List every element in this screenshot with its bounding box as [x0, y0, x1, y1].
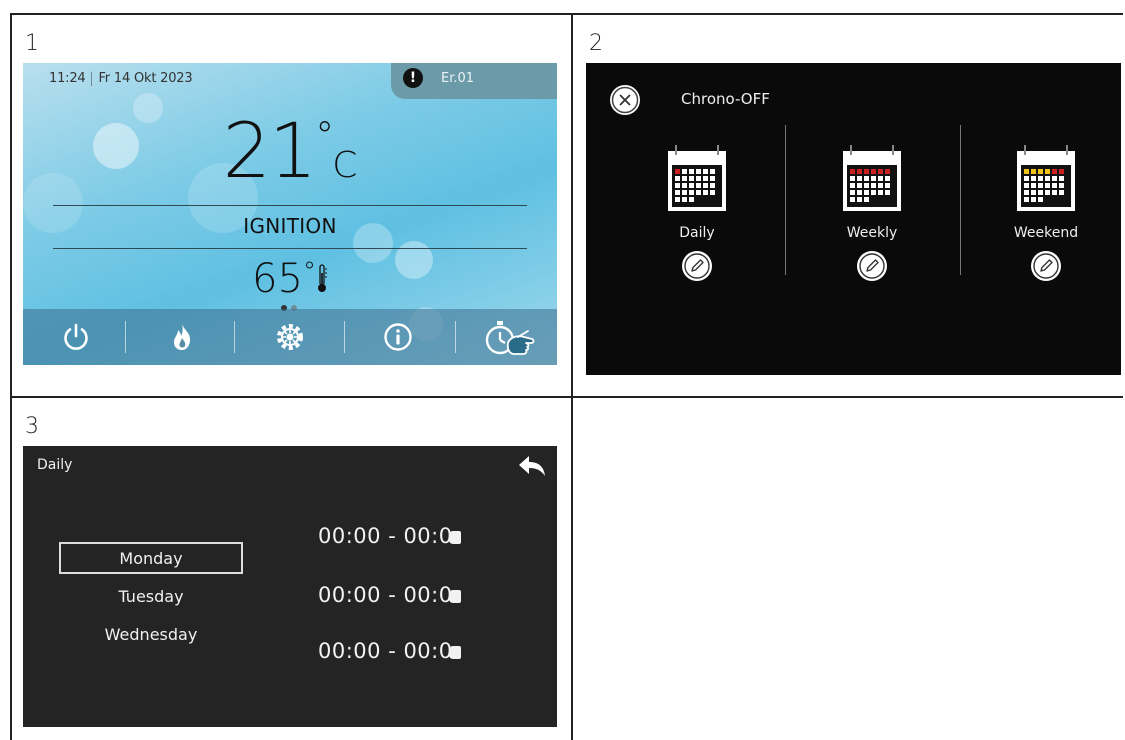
date-text: Fr 14 Okt 2023: [98, 71, 193, 86]
screen-title: Daily: [37, 457, 73, 473]
pencil-icon: [684, 253, 710, 279]
stove-state: IGNITION: [243, 214, 337, 238]
toggle-knob[interactable]: [448, 531, 461, 544]
edit-weekly-button[interactable]: [857, 251, 887, 281]
mode-weekly[interactable]: Weekly: [812, 143, 932, 281]
divider: [53, 205, 527, 206]
cell-number-2: 2: [589, 31, 603, 56]
thermometer-icon: [317, 264, 327, 292]
chrono-button[interactable]: [453, 309, 557, 365]
settings-button[interactable]: [237, 309, 343, 365]
mode-label: Weekend: [1013, 225, 1079, 241]
room-temp-value: 21: [222, 106, 318, 195]
bottom-toolbar: [23, 309, 557, 365]
degree-symbol: °: [315, 114, 334, 158]
degree-symbol: °: [302, 257, 316, 287]
time-slot[interactable]: 00:00 - 00:0: [318, 583, 461, 607]
status-line: 11:24 Fr 14 Okt 2023: [49, 71, 193, 86]
time-slot-text: 00:00 - 00:0: [318, 583, 453, 607]
error-badge[interactable]: ! Er.01: [391, 63, 557, 99]
daily-program-screen: Daily Monday Tuesday Wednesday 00:00 - 0…: [23, 446, 557, 727]
back-button[interactable]: [517, 454, 547, 482]
divider: [960, 125, 961, 275]
mode-label: Weekly: [846, 225, 898, 241]
power-icon: [64, 323, 88, 350]
power-button[interactable]: [23, 309, 129, 365]
mode-weekend[interactable]: Weekend: [986, 143, 1106, 281]
cell-number-1: 1: [25, 31, 39, 56]
error-code: Er.01: [441, 71, 475, 86]
close-button[interactable]: [610, 85, 640, 115]
mode-label: Daily: [679, 225, 715, 241]
time-slot-text: 00:00 - 00:0: [318, 639, 453, 663]
day-item-wednesday[interactable]: Wednesday: [59, 620, 243, 652]
calendar-daily-icon: [668, 145, 726, 211]
info-button[interactable]: [345, 309, 451, 365]
back-arrow-icon: [519, 456, 545, 476]
close-icon: [611, 86, 639, 114]
flame-button[interactable]: [129, 309, 235, 365]
time-slot[interactable]: 00:00 - 00:0: [318, 639, 461, 663]
toggle-knob[interactable]: [448, 590, 461, 603]
day-item-tuesday[interactable]: Tuesday: [59, 582, 243, 614]
chrono-screen: Chrono-OFF Daily Weekly Weekend: [586, 63, 1121, 375]
room-temperature: 21°C: [23, 113, 557, 189]
info-icon: [384, 323, 412, 351]
edit-daily-button[interactable]: [682, 251, 712, 281]
grid-middle-border: [10, 396, 1123, 398]
cell-number-3: 3: [25, 414, 39, 439]
alert-icon: !: [403, 68, 423, 88]
flame-icon: [174, 324, 191, 350]
clock-time: 11:24: [49, 71, 86, 86]
divider: [91, 71, 93, 86]
water-temperature: 65°: [23, 259, 557, 299]
time-slot[interactable]: 00:00 - 00:0: [318, 524, 461, 548]
grid-left-border: [10, 13, 12, 740]
time-slot-text: 00:00 - 00:0: [318, 524, 453, 548]
divider: [785, 125, 786, 275]
mode-daily[interactable]: Daily: [637, 143, 757, 281]
edit-weekend-button[interactable]: [1031, 251, 1061, 281]
calendar-weekend-icon: [1017, 145, 1075, 211]
divider: [234, 321, 235, 353]
toggle-knob[interactable]: [448, 646, 461, 659]
day-item-monday[interactable]: Monday: [59, 542, 243, 574]
pencil-icon: [1033, 253, 1059, 279]
gear-icon: [277, 324, 303, 350]
home-screen: 11:24 Fr 14 Okt 2023 ! Er.01 21°C IGNITIO…: [23, 63, 557, 365]
room-temp-unit: C: [332, 145, 358, 186]
pencil-icon: [859, 253, 885, 279]
divider: [125, 321, 126, 353]
chrono-timer-icon: [485, 321, 535, 355]
calendar-weekly-icon: [843, 145, 901, 211]
divider: [53, 248, 527, 249]
grid-center-border: [571, 13, 573, 740]
grid-top-border: [10, 13, 1123, 15]
chrono-title: Chrono-OFF: [681, 90, 770, 108]
